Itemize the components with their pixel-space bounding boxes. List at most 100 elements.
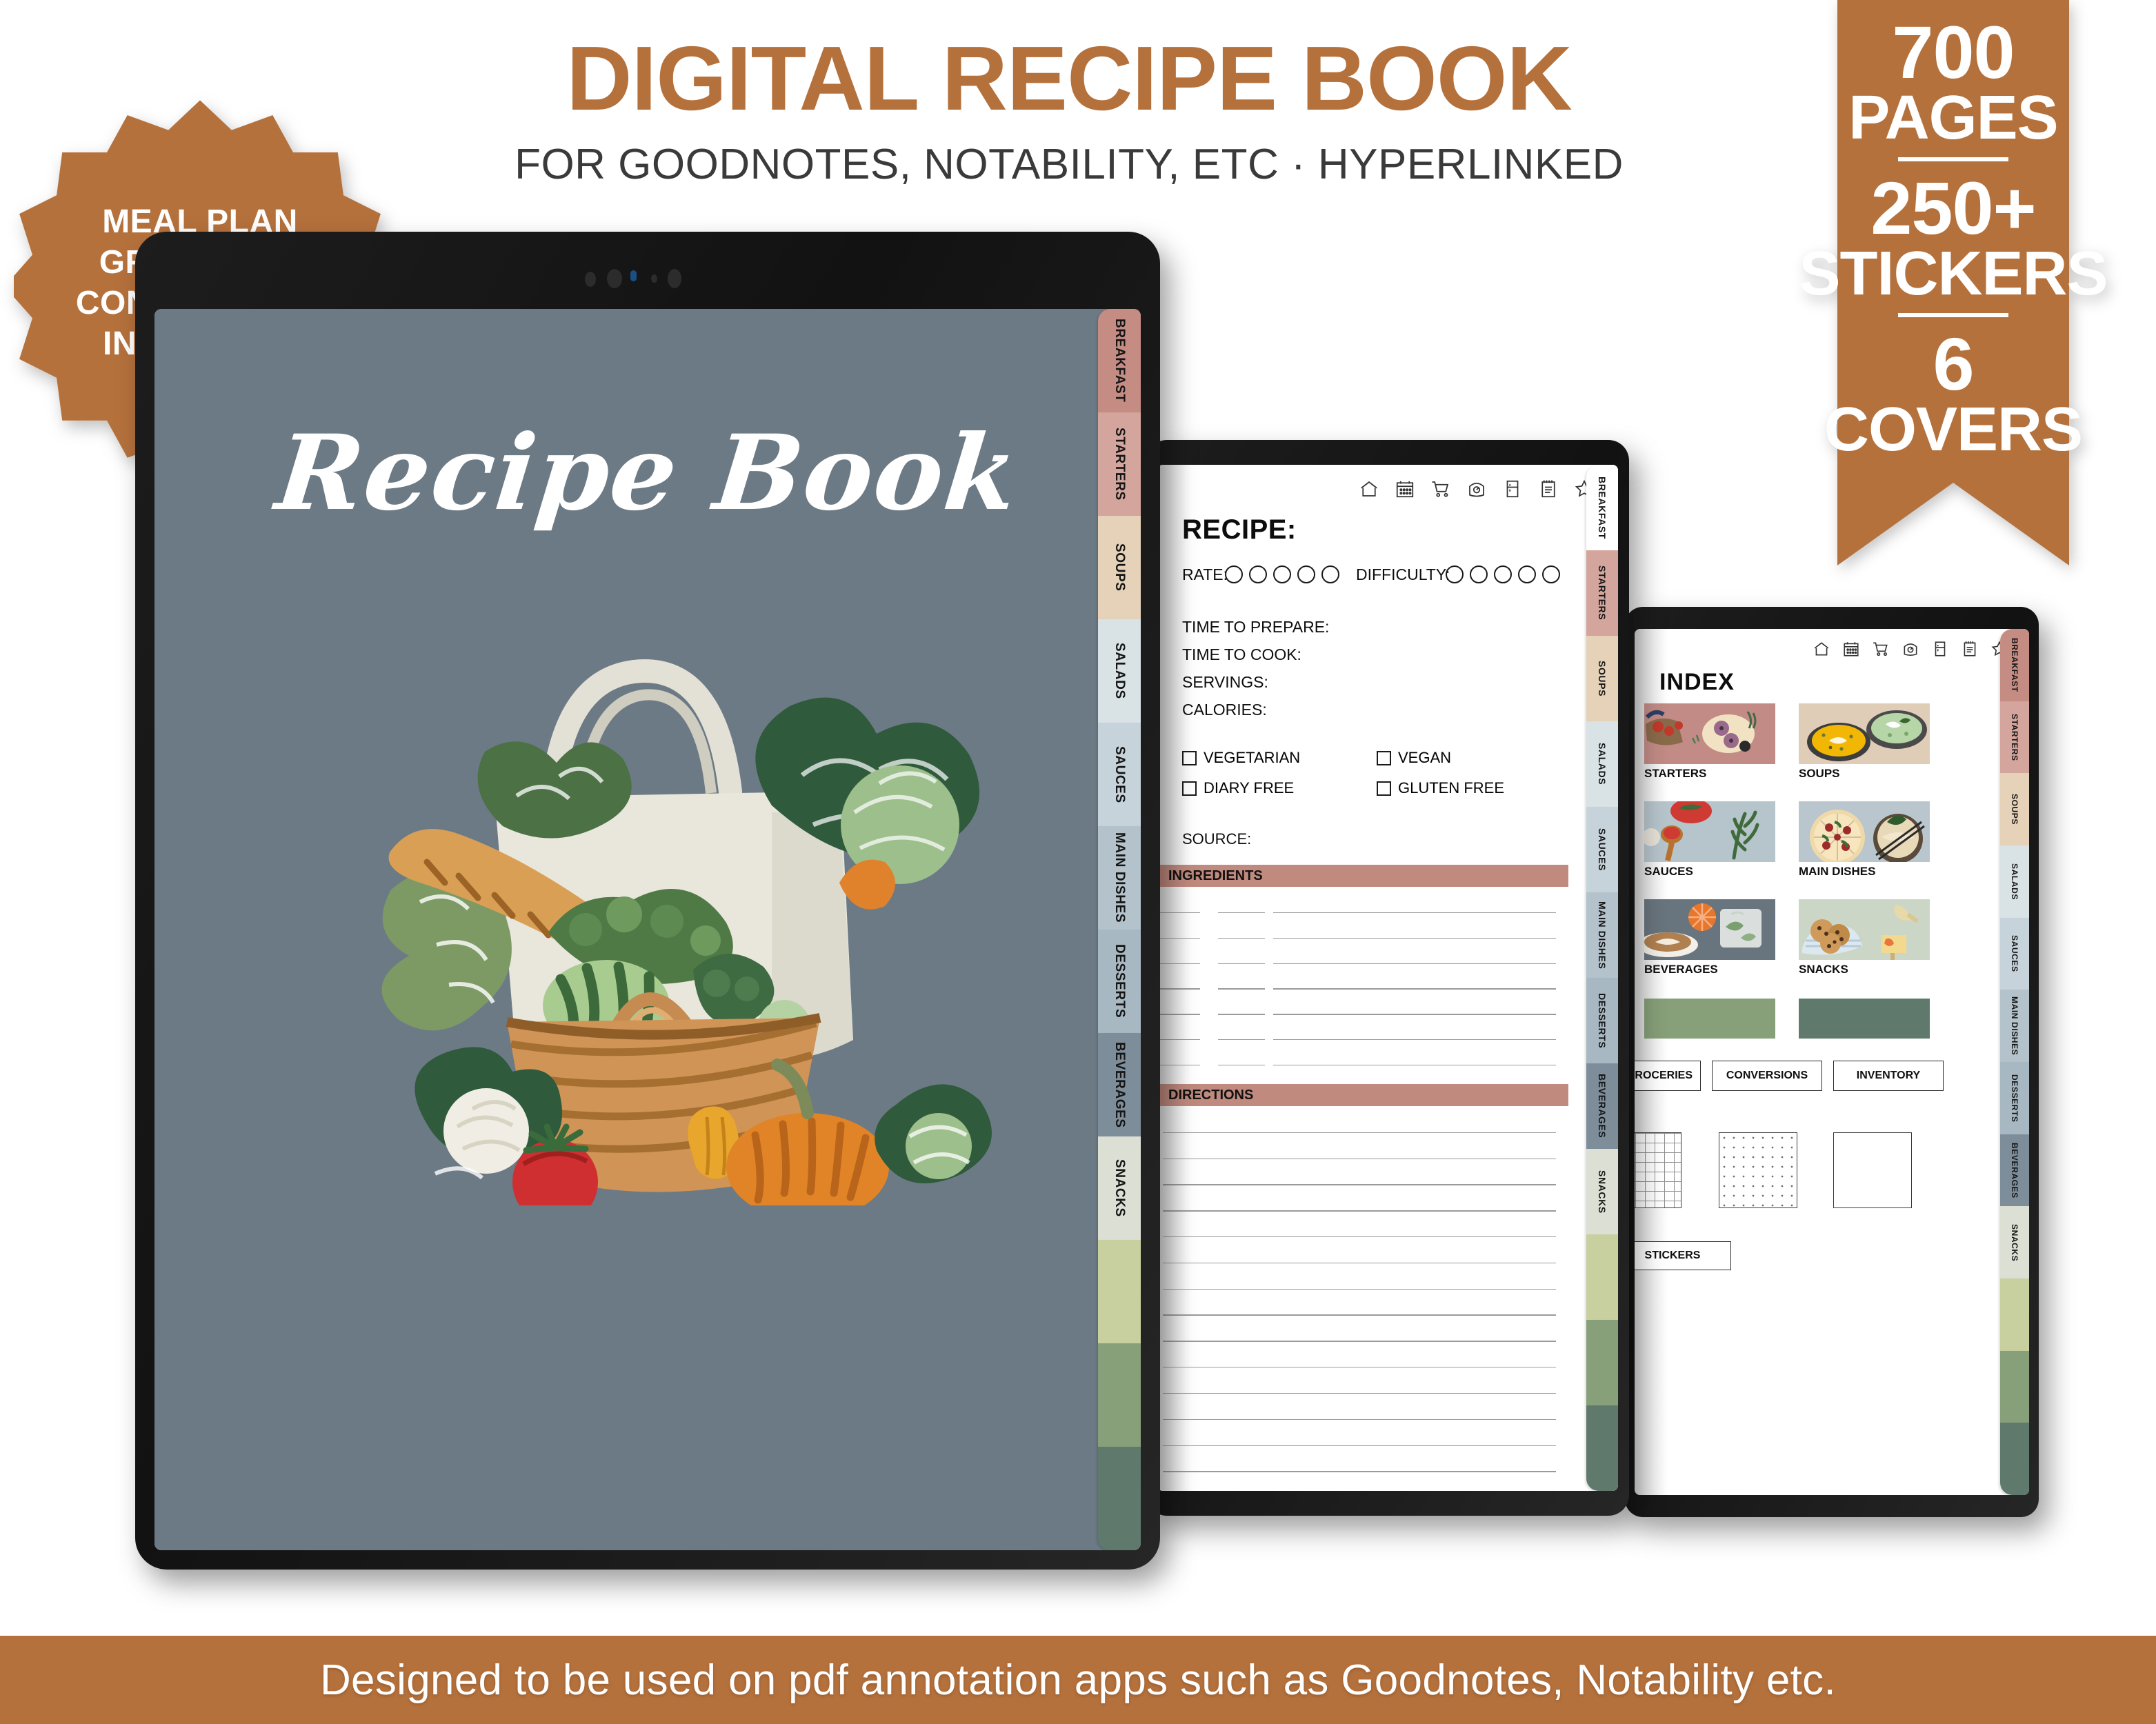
ingredient-name-rule[interactable] bbox=[1273, 937, 1556, 939]
green-swatch-light[interactable] bbox=[1644, 999, 1775, 1039]
category-tab-column[interactable]: BREAKFAST STARTERS SOUPS SALADS SAUCES MAIN D… bbox=[1586, 465, 1618, 1491]
rating-circle[interactable] bbox=[1297, 565, 1315, 583]
category-tab-main-dishes[interactable]: MAIN DISHES bbox=[2000, 990, 2029, 1063]
kitchen-scale-icon[interactable] bbox=[1466, 479, 1487, 499]
diary-free-checkbox[interactable] bbox=[1182, 781, 1197, 796]
rating-circle[interactable] bbox=[1249, 565, 1267, 583]
gluten-free-checkbox-row[interactable]: GLUTEN FREE bbox=[1377, 779, 1504, 797]
category-tab-breakfast[interactable]: BREAKFAST bbox=[1098, 309, 1141, 412]
index-card-beverages[interactable]: BEVERAGES bbox=[1644, 899, 1775, 976]
ingredient-unit-rule[interactable] bbox=[1218, 988, 1265, 990]
category-tab-starters[interactable]: STARTERS bbox=[1586, 550, 1618, 636]
category-tab-soups[interactable]: SOUPS bbox=[1586, 636, 1618, 721]
category-tab-snacks[interactable]: SNACKS bbox=[1098, 1136, 1141, 1240]
fridge-icon[interactable] bbox=[1502, 479, 1523, 499]
category-tab-salads[interactable]: SALADS bbox=[1586, 721, 1618, 807]
dotted-paper-thumbnail[interactable] bbox=[1719, 1132, 1797, 1208]
direction-rule[interactable] bbox=[1163, 1184, 1556, 1185]
rating-circle[interactable] bbox=[1225, 565, 1243, 583]
page-toolbar[interactable] bbox=[1359, 479, 1595, 499]
ingredient-amount-rule[interactable] bbox=[1157, 963, 1200, 964]
ingredient-name-rule[interactable] bbox=[1273, 988, 1556, 990]
groceries-button[interactable]: GROCERIES bbox=[1635, 1061, 1701, 1091]
inventory-button[interactable]: INVENTORY bbox=[1833, 1061, 1944, 1091]
category-tab-breakfast[interactable]: BREAKFAST bbox=[1586, 465, 1618, 550]
ingredient-name-rule[interactable] bbox=[1273, 963, 1556, 964]
stickers-button[interactable]: STICKERS bbox=[1635, 1241, 1731, 1270]
ingredient-unit-rule[interactable] bbox=[1218, 912, 1265, 914]
vegetarian-checkbox[interactable] bbox=[1182, 750, 1197, 765]
ingredient-name-rule[interactable] bbox=[1273, 1039, 1556, 1041]
directions-write-area[interactable] bbox=[1157, 1106, 1568, 1487]
ingredient-amount-rule[interactable] bbox=[1157, 1039, 1200, 1041]
category-tab-desserts[interactable]: DESSERTS bbox=[1098, 930, 1141, 1033]
page-toolbar[interactable] bbox=[1813, 640, 2008, 658]
category-tab-starters[interactable]: STARTERS bbox=[1098, 412, 1141, 516]
home-icon[interactable] bbox=[1813, 640, 1830, 658]
category-tab-sauces[interactable]: SAUCES bbox=[2000, 917, 2029, 990]
index-card-main-dishes[interactable]: MAIN DISHES bbox=[1799, 801, 1930, 879]
category-tab-beverages[interactable]: BEVERAGES bbox=[1098, 1033, 1141, 1136]
category-tab-10[interactable] bbox=[2000, 1279, 2029, 1351]
rating-circle[interactable] bbox=[1273, 565, 1291, 583]
category-tab-11[interactable] bbox=[2000, 1350, 2029, 1423]
category-tab-main-dishes[interactable]: MAIN DISHES bbox=[1586, 892, 1618, 978]
vegetarian-checkbox-row[interactable]: VEGETARIAN bbox=[1182, 749, 1300, 767]
direction-rule[interactable] bbox=[1163, 1471, 1556, 1472]
home-icon[interactable] bbox=[1359, 479, 1379, 499]
category-tab-salads[interactable]: SALADS bbox=[2000, 845, 2029, 918]
rate-circle-group[interactable] bbox=[1225, 565, 1339, 583]
calendar-icon[interactable] bbox=[1395, 479, 1415, 499]
category-tab-beverages[interactable]: BEVERAGES bbox=[1586, 1063, 1618, 1149]
category-tab-10[interactable] bbox=[1586, 1234, 1618, 1320]
direction-rule[interactable] bbox=[1163, 1132, 1556, 1134]
rating-circle[interactable] bbox=[1470, 565, 1488, 583]
index-card-sauces[interactable]: SAUCES bbox=[1644, 801, 1775, 879]
direction-rule[interactable] bbox=[1163, 1445, 1556, 1446]
ingredient-amount-rule[interactable] bbox=[1157, 937, 1200, 939]
category-tab-12[interactable] bbox=[2000, 1423, 2029, 1495]
category-tab-sauces[interactable]: SAUCES bbox=[1098, 723, 1141, 826]
ingredient-unit-rule[interactable] bbox=[1218, 1039, 1265, 1041]
difficulty-circle-group[interactable] bbox=[1446, 565, 1560, 583]
category-tab-salads[interactable]: SALADS bbox=[1098, 619, 1141, 723]
direction-rule[interactable] bbox=[1163, 1236, 1556, 1238]
rating-circle[interactable] bbox=[1321, 565, 1339, 583]
direction-rule[interactable] bbox=[1163, 1314, 1556, 1316]
ingredient-unit-rule[interactable] bbox=[1218, 937, 1265, 939]
category-tab-breakfast[interactable]: BREAKFAST bbox=[2000, 629, 2029, 701]
category-tab-desserts[interactable]: DESSERTS bbox=[2000, 1062, 2029, 1134]
category-tab-soups[interactable]: SOUPS bbox=[2000, 773, 2029, 846]
category-tab-snacks[interactable]: SNACKS bbox=[1586, 1149, 1618, 1234]
category-tab-column[interactable]: BREAKFAST STARTERS SOUPS SALADS SAUCES MAIN D… bbox=[1098, 309, 1141, 1550]
category-tab-10[interactable] bbox=[1098, 1240, 1141, 1343]
vegan-checkbox-row[interactable]: VEGAN bbox=[1377, 749, 1451, 767]
notepad-icon[interactable] bbox=[1961, 640, 1979, 658]
category-tab-main-dishes[interactable]: MAIN DISHES bbox=[1098, 826, 1141, 930]
calendar-icon[interactable] bbox=[1842, 640, 1860, 658]
category-tab-soups[interactable]: SOUPS bbox=[1098, 516, 1141, 619]
category-tab-sauces[interactable]: SAUCES bbox=[1586, 807, 1618, 892]
direction-rule[interactable] bbox=[1163, 1288, 1556, 1290]
index-card-starters[interactable]: STARTERS bbox=[1644, 703, 1775, 781]
vegan-checkbox[interactable] bbox=[1377, 750, 1391, 765]
category-tab-11[interactable] bbox=[1098, 1343, 1141, 1447]
shopping-cart-icon[interactable] bbox=[1872, 640, 1890, 658]
category-tab-beverages[interactable]: BEVERAGES bbox=[2000, 1134, 2029, 1207]
shopping-cart-icon[interactable] bbox=[1430, 479, 1451, 499]
green-swatch-dark[interactable] bbox=[1799, 999, 1930, 1039]
category-tab-column[interactable]: BREAKFAST STARTERS SOUPS SALADS SAUCES MAIN D… bbox=[2000, 629, 2029, 1495]
conversions-button[interactable]: CONVERSIONS bbox=[1712, 1061, 1822, 1091]
ingredients-write-area[interactable] bbox=[1157, 887, 1568, 1080]
category-tab-snacks[interactable]: SNACKS bbox=[2000, 1206, 2029, 1279]
rating-circle[interactable] bbox=[1518, 565, 1536, 583]
blank-paper-thumbnail[interactable] bbox=[1833, 1132, 1912, 1208]
rating-circle[interactable] bbox=[1446, 565, 1464, 583]
kitchen-scale-icon[interactable] bbox=[1902, 640, 1919, 658]
diary-free-checkbox-row[interactable]: DIARY FREE bbox=[1182, 779, 1294, 797]
category-tab-desserts[interactable]: DESSERTS bbox=[1586, 978, 1618, 1063]
direction-rule[interactable] bbox=[1163, 1419, 1556, 1421]
notepad-icon[interactable] bbox=[1538, 479, 1559, 499]
ingredient-amount-rule[interactable] bbox=[1157, 988, 1200, 990]
fridge-icon[interactable] bbox=[1931, 640, 1949, 658]
